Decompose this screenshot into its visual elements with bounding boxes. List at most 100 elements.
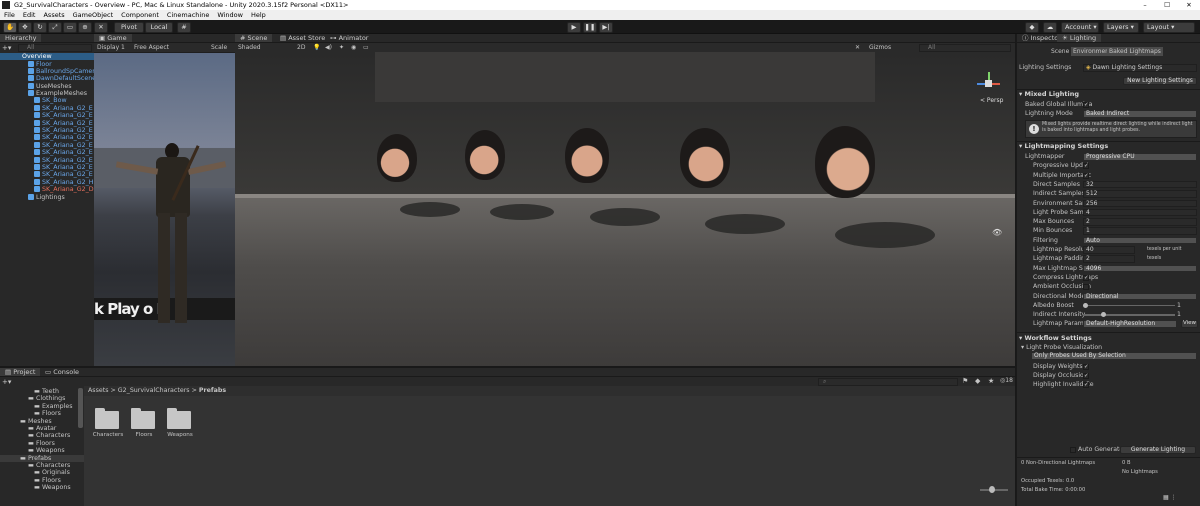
filter-label-icon[interactable]: ◆ xyxy=(975,377,980,385)
add-object-icon[interactable]: +▾ xyxy=(2,44,16,52)
scene-search-input[interactable]: All xyxy=(919,44,1011,52)
play-button[interactable]: ▶ xyxy=(567,21,581,33)
rotate-tool-icon[interactable]: ↻ xyxy=(33,21,47,33)
probe-vis-dropdown[interactable]: Only Probes Used By Selection xyxy=(1031,352,1197,360)
project-tree-item[interactable]: ▬ Weapons xyxy=(0,447,84,454)
project-tree-item[interactable]: ▬ Originals xyxy=(0,469,84,476)
display-occlusion-checkbox[interactable]: ✓ xyxy=(1083,373,1089,379)
persp-label[interactable]: < Persp xyxy=(980,97,1003,104)
project-tree-item[interactable]: ▬ Floors xyxy=(0,477,84,484)
setting-field[interactable]: 2 xyxy=(1083,218,1197,226)
setting-field[interactable]: 2 xyxy=(1083,255,1135,263)
new-lighting-settings-button[interactable]: New Lighting Settings xyxy=(1123,77,1197,85)
breadcrumb-survival[interactable]: G2_SurvivalCharacters xyxy=(118,387,190,394)
project-tree-item[interactable]: ▬ Weapons xyxy=(0,484,84,491)
project-tree-item[interactable]: ▬ Examples xyxy=(0,403,84,410)
audio-toggle-icon[interactable]: ◀) xyxy=(325,43,332,52)
hierarchy-item[interactable]: Floor xyxy=(0,60,94,68)
hierarchy-item[interactable]: Lightings xyxy=(0,193,94,201)
grid-snap-icon[interactable]: # xyxy=(177,21,191,33)
orientation-gizmo-icon[interactable] xyxy=(977,72,1000,94)
project-tree-item[interactable]: ▬ Avatar xyxy=(0,425,84,432)
generate-lighting-button[interactable]: Generate Lighting xyxy=(1120,446,1196,454)
hierarchy-item[interactable]: SK_Ariana_G2_E xyxy=(0,104,94,112)
project-tree-item[interactable]: ▬ Floors xyxy=(0,410,84,417)
2d-toggle[interactable]: 2D xyxy=(297,43,305,52)
pivot-button[interactable]: Pivot xyxy=(114,21,144,33)
breadcrumb-prefabs[interactable]: Prefabs xyxy=(199,387,226,394)
close-icon[interactable]: ✕ xyxy=(1178,0,1200,10)
lighting-toggle-icon[interactable]: 💡 xyxy=(313,43,320,52)
subtab-scene[interactable]: Scene xyxy=(1049,47,1071,56)
mixed-lighting-header[interactable]: ▾ Mixed Lighting xyxy=(1019,90,1079,98)
hierarchy-item[interactable]: SK_Ariana_G2_E xyxy=(0,127,94,134)
hierarchy-item[interactable]: SK_Ariana_G2_E xyxy=(0,171,94,178)
project-tree-item[interactable]: ▬ Clothings xyxy=(0,395,84,402)
effects-toggle-icon[interactable]: ✦ xyxy=(339,43,344,52)
setting-checkbox[interactable]: ✓ xyxy=(1083,274,1089,281)
hierarchy-item[interactable]: SK_Ariana_G2_Dele xyxy=(0,186,103,193)
layout-dropdown[interactable]: Layout ▾ xyxy=(1143,21,1195,33)
transform-tool-icon[interactable]: ⊕ xyxy=(78,21,92,33)
hierarchy-item[interactable]: SK_Ariana_G2_H xyxy=(0,178,94,186)
menu-help[interactable]: Help xyxy=(251,11,266,19)
setting-field[interactable]: 4 xyxy=(1083,208,1197,217)
hierarchy-item[interactable]: ExampleMeshes xyxy=(0,90,94,97)
scene-row-overview[interactable]: Overview xyxy=(0,53,94,61)
tab-lighting[interactable]: ☀ Lighting xyxy=(1057,34,1102,42)
scene-viewport[interactable]: < Persp 👁 xyxy=(235,52,1015,366)
hierarchy-item[interactable]: SK_Ariana_G2_E xyxy=(0,134,94,141)
auto-generate-checkbox[interactable] xyxy=(1070,447,1076,453)
local-button[interactable]: Local xyxy=(145,21,173,33)
hierarchy-item[interactable]: SK_Bow xyxy=(0,97,94,104)
head-model-2[interactable] xyxy=(465,130,505,180)
camera-settings-icon[interactable]: ▭ xyxy=(363,43,369,52)
hierarchy-item[interactable]: SK_Ariana_G2_E xyxy=(0,163,94,171)
hierarchy-item[interactable]: SK_Ariana_G2_E xyxy=(0,112,94,119)
lighting-mode-dropdown[interactable]: Baked Indirect xyxy=(1083,110,1197,118)
setting-dropdown[interactable]: Progressive CPU xyxy=(1083,153,1197,161)
project-tree-item[interactable]: ▬ Characters xyxy=(0,432,84,439)
setting-dropdown[interactable]: Directional xyxy=(1083,292,1197,300)
project-tree-item[interactable]: ▬ Prefabs xyxy=(0,454,84,462)
tab-animator[interactable]: ⊶ Animator xyxy=(325,34,373,42)
project-tree-item[interactable]: ▬ Meshes xyxy=(0,418,84,425)
slider-track[interactable] xyxy=(1083,304,1175,307)
hierarchy-item[interactable]: BallroundSpCamera xyxy=(0,67,99,75)
shading-dropdown[interactable]: Shaded xyxy=(238,43,261,52)
tab-scene[interactable]: # Scene xyxy=(235,34,273,42)
layers-dropdown[interactable]: Layers ▾ xyxy=(1103,21,1139,33)
lightmapping-header[interactable]: ▾ Lightmapping Settings xyxy=(1019,142,1108,150)
display-dropdown[interactable]: Display 1 xyxy=(97,43,125,52)
account-dropdown[interactable]: Account ▾ xyxy=(1061,21,1099,33)
zoom-slider-thumb[interactable] xyxy=(989,486,995,493)
game-viewport[interactable]: k Play o B xyxy=(94,53,235,366)
workflow-header[interactable]: ▾ Workflow Settings xyxy=(1019,334,1092,342)
folder-floors[interactable]: Floors xyxy=(130,406,156,440)
tab-project[interactable]: ▤ Project xyxy=(0,368,41,376)
menu-gameobject[interactable]: GameObject xyxy=(73,11,114,19)
hierarchy-item[interactable]: SK_Ariana_G2_E xyxy=(0,156,94,164)
hierarchy-item[interactable]: UseMeshes xyxy=(0,82,94,90)
maximize-icon[interactable]: ☐ xyxy=(1156,0,1178,10)
setting-field[interactable]: 256 xyxy=(1083,199,1197,207)
setting-checkbox[interactable]: ✓ xyxy=(1083,163,1089,170)
step-button[interactable]: ▶| xyxy=(599,21,613,33)
display-weights-checkbox[interactable]: ✓ xyxy=(1083,364,1089,370)
project-tree-item[interactable]: ▬ Characters xyxy=(0,462,84,469)
menu-component[interactable]: Component xyxy=(121,11,159,19)
hierarchy-item[interactable]: SK_Ariana_G2_E xyxy=(0,119,94,127)
minimize-icon[interactable]: – xyxy=(1134,0,1156,10)
tab-hierarchy[interactable]: Hierarchy xyxy=(0,34,42,42)
menu-edit[interactable]: Edit xyxy=(23,11,36,19)
head-model-5[interactable] xyxy=(815,126,875,198)
hidden-toggle-icon[interactable]: ◉ xyxy=(351,43,356,52)
probe-vis-foldout[interactable]: ▾ Light Probe Visualization xyxy=(1021,343,1102,352)
setting-field[interactable]: 1 xyxy=(1083,227,1197,235)
lighting-settings-field[interactable]: ◈ Dawn Lighting Settings xyxy=(1083,64,1197,72)
highlight-invalid-checkbox[interactable]: ✓ xyxy=(1083,382,1089,388)
hierarchy-item[interactable]: SK_Ariana_G2_E xyxy=(0,141,94,149)
cloud-icon[interactable]: ☁ xyxy=(1043,21,1057,33)
setting-checkbox[interactable]: ✓ xyxy=(1083,172,1089,179)
hand-tool-icon[interactable]: ✋ xyxy=(3,21,17,33)
